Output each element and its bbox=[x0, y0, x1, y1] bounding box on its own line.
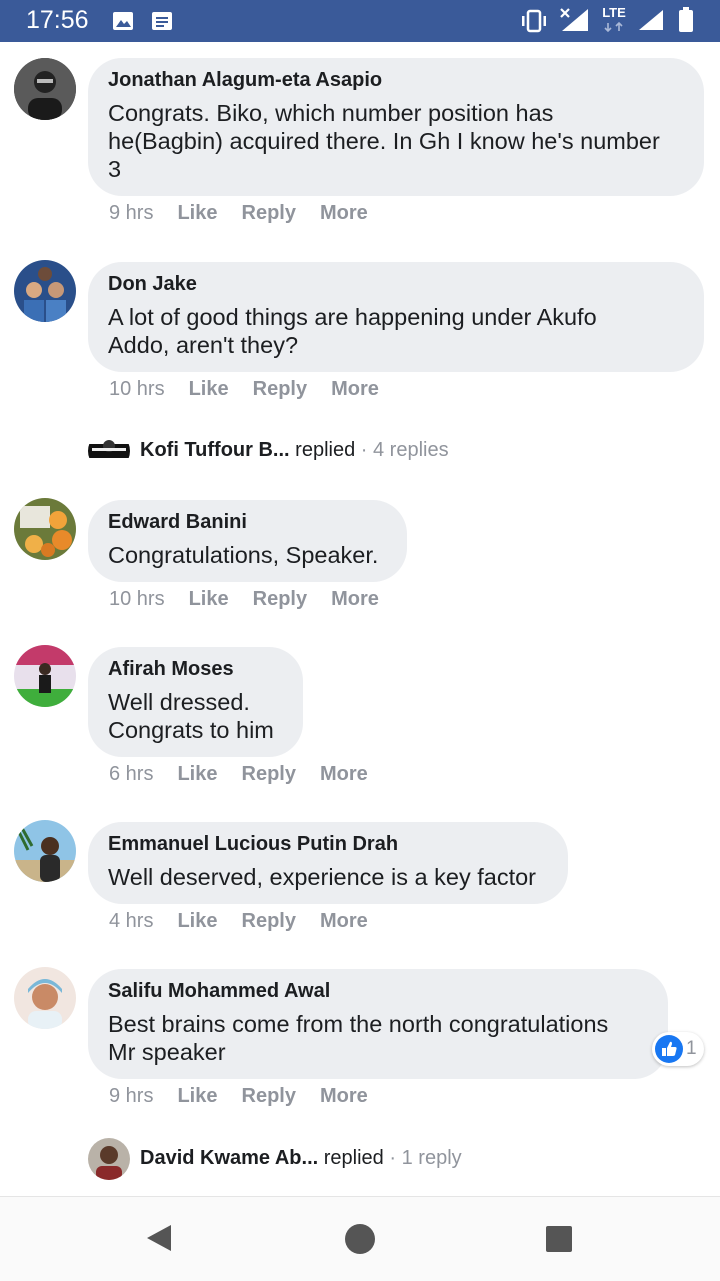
comment-bubble[interactable]: Don Jake A lot of good things are happen… bbox=[88, 262, 704, 372]
comment-bubble[interactable]: Emmanuel Lucious Putin Drah Well deserve… bbox=[88, 822, 568, 904]
avatar[interactable] bbox=[14, 645, 76, 707]
comment-time: 10 hrs bbox=[109, 378, 165, 400]
like-button[interactable]: Like bbox=[177, 202, 217, 224]
recents-button[interactable] bbox=[545, 1225, 573, 1258]
more-button[interactable]: More bbox=[331, 588, 379, 610]
reply-thread-text: David Kwame Ab... replied · 1 reply bbox=[140, 1147, 462, 1169]
comment-actions: 10 hrs Like Reply More bbox=[109, 588, 403, 611]
comment-text: Well dressed. Congrats to him bbox=[108, 689, 274, 743]
comment-text: A lot of good things are happening under… bbox=[108, 304, 597, 358]
more-button[interactable]: More bbox=[320, 763, 368, 785]
comment-author[interactable]: Edward Banini bbox=[108, 510, 387, 534]
reaction-badge[interactable]: 1 bbox=[652, 1032, 704, 1066]
comment-bubble[interactable]: Jonathan Alagum-eta Asapio Congrats. Bik… bbox=[88, 58, 704, 196]
home-button[interactable] bbox=[344, 1223, 376, 1260]
like-button[interactable]: Like bbox=[177, 910, 217, 932]
comment-time: 4 hrs bbox=[109, 910, 154, 932]
comment-author[interactable]: Afirah Moses bbox=[108, 657, 283, 681]
reply-button[interactable]: Reply bbox=[242, 202, 296, 224]
comment-actions: 4 hrs Like Reply More bbox=[109, 910, 392, 933]
more-button[interactable]: More bbox=[320, 202, 368, 224]
avatar bbox=[88, 430, 130, 472]
avatar[interactable] bbox=[14, 498, 76, 560]
reply-button[interactable]: Reply bbox=[253, 378, 307, 400]
comment-actions: 10 hrs Like Reply More bbox=[109, 378, 403, 401]
comment-bubble[interactable]: Edward Banini Congratulations, Speaker. bbox=[88, 500, 407, 582]
like-button[interactable]: Like bbox=[177, 763, 217, 785]
comment-time: 9 hrs bbox=[109, 202, 154, 224]
like-button[interactable]: Like bbox=[177, 1085, 217, 1107]
signal-icon bbox=[637, 8, 665, 37]
like-button[interactable]: Like bbox=[189, 588, 229, 610]
vibrate-icon bbox=[520, 9, 548, 38]
like-button[interactable]: Like bbox=[189, 378, 229, 400]
status-time: 17:56 bbox=[26, 6, 89, 34]
comment-bubble[interactable]: Salifu Mohammed Awal Best brains come fr… bbox=[88, 969, 668, 1079]
comment-text: Well deserved, experience is a key facto… bbox=[108, 864, 536, 890]
message-icon bbox=[151, 11, 173, 36]
lte-icon: LTE bbox=[600, 6, 628, 38]
avatar[interactable] bbox=[14, 820, 76, 882]
reply-thread-text: Kofi Tuffour B... replied · 4 replies bbox=[140, 439, 449, 461]
lte-label: LTE bbox=[602, 5, 626, 20]
comment-time: 9 hrs bbox=[109, 1085, 154, 1107]
comment-author[interactable]: Don Jake bbox=[108, 272, 684, 296]
gallery-icon bbox=[112, 11, 134, 36]
more-button[interactable]: More bbox=[320, 910, 368, 932]
avatar[interactable] bbox=[14, 58, 76, 120]
like-reaction-icon bbox=[655, 1035, 683, 1068]
reply-button[interactable]: Reply bbox=[253, 588, 307, 610]
avatar[interactable] bbox=[14, 260, 76, 322]
reply-button[interactable]: Reply bbox=[242, 1085, 296, 1107]
comment-author[interactable]: Jonathan Alagum-eta Asapio bbox=[108, 68, 684, 92]
comment-bubble[interactable]: Afirah Moses Well dressed. Congrats to h… bbox=[88, 647, 303, 757]
comment-text: Congratulations, Speaker. bbox=[108, 542, 379, 568]
reaction-count: 1 bbox=[686, 1038, 697, 1059]
reply-button[interactable]: Reply bbox=[242, 910, 296, 932]
comment-actions: 9 hrs Like Reply More bbox=[109, 1085, 392, 1108]
system-nav-bar bbox=[0, 1196, 720, 1281]
status-bar: 17:56 LTE bbox=[0, 0, 720, 42]
comment-time: 6 hrs bbox=[109, 763, 154, 785]
more-button[interactable]: More bbox=[331, 378, 379, 400]
avatar bbox=[88, 1138, 130, 1180]
reply-button[interactable]: Reply bbox=[242, 763, 296, 785]
no-signal-icon bbox=[560, 7, 590, 38]
comments-list: Jonathan Alagum-eta Asapio Congrats. Bik… bbox=[0, 42, 720, 1196]
comment-text: Congrats. Biko, which number position ha… bbox=[108, 100, 660, 182]
comment-author[interactable]: Salifu Mohammed Awal bbox=[108, 979, 648, 1003]
more-button[interactable]: More bbox=[320, 1085, 368, 1107]
comment-time: 10 hrs bbox=[109, 588, 165, 610]
avatar[interactable] bbox=[14, 967, 76, 1029]
comment-text: Best brains come from the north congratu… bbox=[108, 1011, 609, 1065]
comment-actions: 6 hrs Like Reply More bbox=[109, 763, 392, 786]
back-button[interactable] bbox=[145, 1223, 173, 1258]
battery-icon bbox=[678, 7, 694, 38]
comment-author[interactable]: Emmanuel Lucious Putin Drah bbox=[108, 832, 548, 856]
comment-actions: 9 hrs Like Reply More bbox=[109, 202, 392, 225]
